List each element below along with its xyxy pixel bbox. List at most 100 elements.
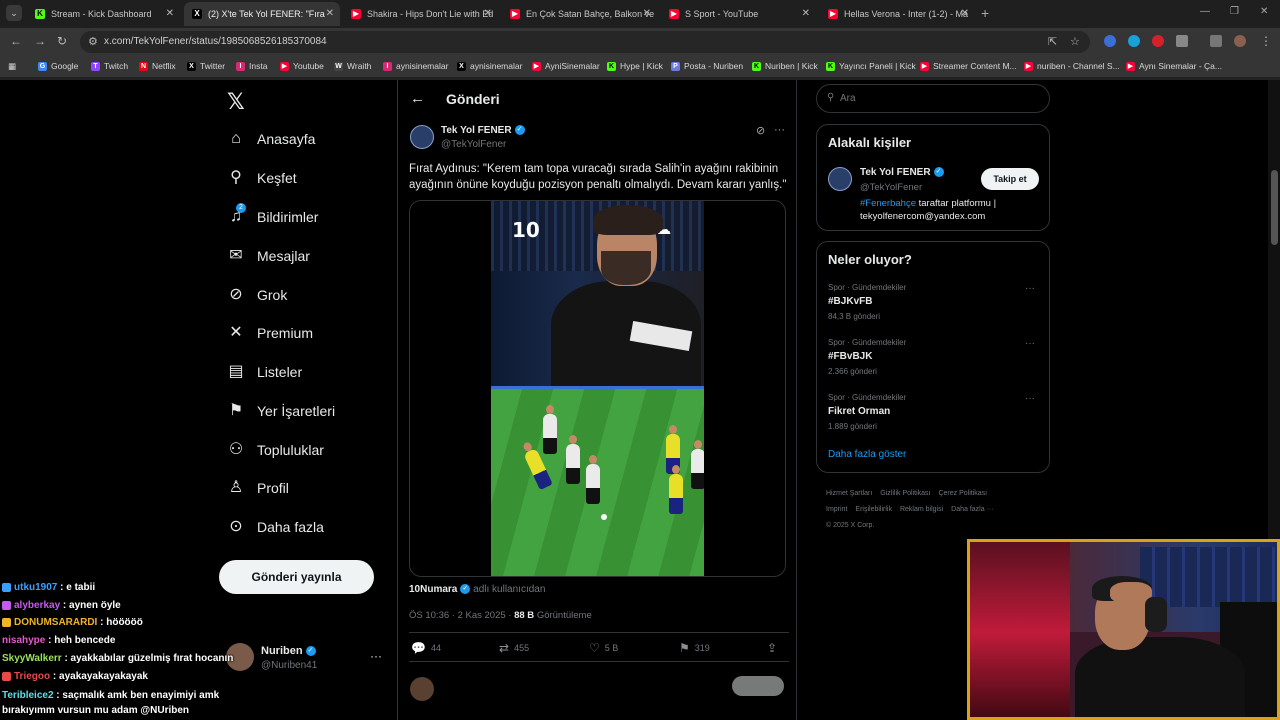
nav-notifications[interactable]: ♫ 2 Bildirimler: [227, 203, 318, 229]
bookmark-hype-kick[interactable]: K Hype | Kick: [607, 61, 663, 71]
nav-home[interactable]: ⌂ Anasayfa: [227, 127, 315, 151]
bookmark-aynisinemalar-x[interactable]: Xaynisinemalar: [457, 61, 522, 71]
minimize-icon[interactable]: —: [1200, 6, 1210, 17]
nav-more[interactable]: ⊙ Daha fazla: [227, 515, 324, 539]
more-icon[interactable]: ···: [774, 124, 785, 136]
more-icon[interactable]: ···: [1025, 283, 1035, 294]
nav-communities[interactable]: ⚇ Topluluklar: [227, 438, 324, 462]
follow-button[interactable]: Takip et: [981, 168, 1039, 190]
close-window-icon[interactable]: ✕: [1260, 6, 1268, 17]
grok-icon[interactable]: ⊘: [756, 124, 765, 137]
extension-icon[interactable]: [1128, 35, 1140, 47]
footer-link[interactable]: Hizmet Şartları: [826, 490, 872, 497]
nav-profile[interactable]: ♙ Profil: [227, 476, 289, 500]
post-time[interactable]: ÖS 10:36 · 2 Kas 2025 ·: [409, 610, 511, 621]
nav-premium[interactable]: ✕ Premium: [227, 321, 313, 345]
close-tab-icon[interactable]: ✕: [643, 8, 651, 19]
close-tab-icon[interactable]: ✕: [326, 8, 334, 19]
footer-link[interactable]: Reklam bilgisi: [900, 506, 943, 513]
install-icon[interactable]: ⇱: [1048, 35, 1057, 48]
reply-submit-button[interactable]: [732, 676, 784, 696]
avatar[interactable]: [828, 167, 852, 191]
footer-link[interactable]: Gizlilik Politikası: [880, 490, 930, 497]
bookmark-nuriben-kick[interactable]: K Nuriben | Kick: [752, 61, 818, 71]
footer-link[interactable]: Daha fazla ···: [951, 506, 993, 513]
profile-avatar-icon[interactable]: [1234, 35, 1246, 47]
x-logo-icon[interactable]: 𝕏: [227, 89, 245, 115]
restore-icon[interactable]: ❐: [1230, 6, 1239, 17]
tab-hellas-verona[interactable]: ▶ Hellas Verona - Inter (1-2) - Ma ✕: [820, 2, 975, 26]
reload-icon[interactable]: ↻: [57, 34, 67, 48]
bookmark-yayinci-paneli[interactable]: K Yayıncı Paneli | Kick: [826, 61, 916, 71]
search-input[interactable]: ⚲ Ara: [816, 84, 1050, 113]
post-video[interactable]: 10 ☁: [409, 200, 786, 577]
extension-record-icon[interactable]: [1152, 35, 1164, 47]
repost-button[interactable]: ⇄ 455: [499, 641, 529, 655]
author-name[interactable]: Tek Yol FENER: [441, 125, 512, 136]
new-tab-icon[interactable]: +: [981, 5, 989, 21]
show-more-link[interactable]: Daha fazla göster: [828, 449, 906, 460]
site-info-icon[interactable]: ⚙: [88, 35, 98, 48]
close-tab-icon[interactable]: ✕: [484, 8, 492, 19]
youtube-icon: ▶: [532, 61, 541, 71]
bookmark-aynisinemalar-yt[interactable]: ▶ AyniSinemalar: [532, 61, 600, 71]
footer-link[interactable]: Imprint: [826, 506, 847, 513]
bookmark-button[interactable]: ⚑ 319: [679, 641, 710, 655]
reply-button[interactable]: 💬 44: [411, 641, 441, 655]
bookmark-netflix[interactable]: N Netflix: [139, 61, 176, 71]
nav-grok[interactable]: ⊘ Grok: [227, 283, 287, 307]
browser-menu-icon[interactable]: ⋮: [1260, 34, 1272, 48]
share-icon: ⇪: [767, 641, 778, 655]
more-icon[interactable]: ···: [1025, 393, 1035, 404]
hashtag-link[interactable]: #Fenerbahçe: [860, 198, 916, 209]
bookmark-twitter[interactable]: X Twitter: [187, 61, 225, 71]
star-icon[interactable]: ☆: [1070, 35, 1080, 48]
related-handle[interactable]: @TekYolFener: [860, 182, 922, 193]
scrollbar-thumb[interactable]: [1271, 170, 1278, 245]
more-icon[interactable]: ···: [1025, 338, 1035, 349]
media-control-icon[interactable]: [1210, 35, 1222, 47]
bookmark-posta[interactable]: P Posta - Nuriben: [671, 61, 743, 71]
bookmark-youtube[interactable]: ▶ Youtube: [280, 61, 324, 71]
bookmark-nuriben-channel[interactable]: ▶ nuriben - Channel S...: [1024, 61, 1120, 71]
tab-shakira[interactable]: ▶ Shakira - Hips Don't Lie with Ed ✕: [343, 2, 498, 26]
close-tab-icon[interactable]: ✕: [166, 8, 174, 19]
tab-s-sport[interactable]: ▶ S Sport - YouTube ✕: [661, 2, 816, 26]
related-name[interactable]: Tek Yol FENER: [860, 167, 931, 178]
tab-search-icon[interactable]: ⌄: [6, 5, 22, 21]
nav-lists[interactable]: ▤ Listeler: [227, 360, 302, 384]
close-tab-icon[interactable]: ✕: [961, 8, 969, 19]
author-avatar[interactable]: [410, 125, 434, 149]
like-button[interactable]: ♡ 5 B: [589, 641, 618, 655]
footer-link[interactable]: Çerez Politikası: [938, 490, 987, 497]
bookmark-insta[interactable]: I Insta: [236, 61, 267, 71]
nav-messages[interactable]: ✉ Mesajlar: [227, 244, 310, 268]
tab-bahce[interactable]: ▶ En Çok Satan Bahçe, Balkon ve ✕: [502, 2, 657, 26]
tab-kick-dashboard[interactable]: K Stream - Kick Dashboard ✕: [27, 2, 180, 26]
apps-grid-icon[interactable]: ▦: [8, 61, 16, 72]
extension-shield-icon[interactable]: [1104, 35, 1116, 47]
bookmark-streamer-content[interactable]: ▶ Streamer Content M...: [920, 61, 1017, 71]
back-arrow-icon[interactable]: ←: [410, 90, 425, 107]
video-frame[interactable]: 10 ☁: [491, 201, 704, 576]
extensions-puzzle-icon[interactable]: [1176, 35, 1188, 47]
tab-x-post[interactable]: X (2) X'te Tek Yol FENER: "Fıra ✕: [184, 2, 340, 26]
author-handle[interactable]: @TekYolFener: [441, 139, 506, 150]
bookmark-google[interactable]: G Google: [38, 61, 78, 71]
address-bar[interactable]: ⚙ x.com/TekYolFener/status/1985068526185…: [80, 31, 1090, 53]
share-button[interactable]: ⇪: [767, 641, 782, 655]
nav-bookmarks[interactable]: ⚑ Yer İşaretleri: [227, 399, 335, 423]
attribution-user[interactable]: 10Numara: [409, 584, 457, 595]
close-tab-icon[interactable]: ✕: [802, 8, 810, 19]
forward-icon[interactable]: →: [34, 34, 46, 48]
mail-icon: P: [671, 61, 680, 71]
bookmark-wraith[interactable]: W Wraith: [334, 61, 371, 71]
nav-explore[interactable]: ⚲ Keşfet: [227, 166, 297, 190]
bookmark-twitch[interactable]: T Twitch: [91, 61, 128, 71]
more-icon[interactable]: ···: [370, 649, 382, 663]
back-icon[interactable]: ←: [10, 34, 22, 48]
browser-chrome: ⌄ K Stream - Kick Dashboard ✕ X (2) X'te…: [0, 0, 1280, 80]
footer-link[interactable]: Erişilebilirlik: [855, 506, 892, 513]
bookmark-aynisinemalar-insta[interactable]: Iaynisinemalar: [383, 61, 448, 71]
bookmark-ayni-sinemalar[interactable]: ▶ Aynı Sinemalar - Ça...: [1126, 61, 1222, 71]
